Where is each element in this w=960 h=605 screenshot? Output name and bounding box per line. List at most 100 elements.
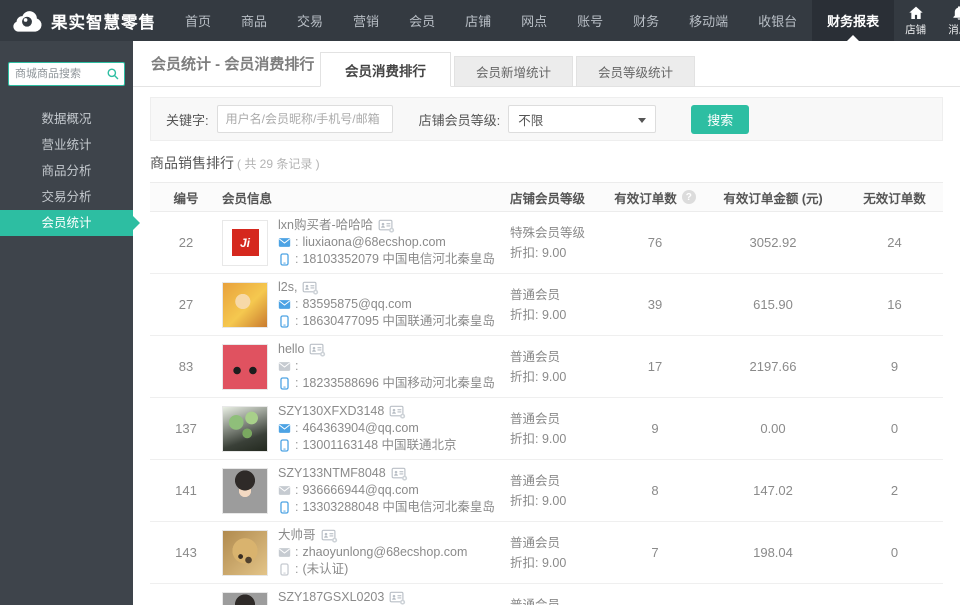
member-card-icon[interactable] bbox=[378, 219, 395, 233]
page-header: 会员统计 - 会员消费排行 会员消费排行 会员新增统计 会员等级统计 bbox=[133, 41, 960, 87]
member-phone: 13303288048 中国电信河北秦皇岛 bbox=[302, 499, 494, 516]
main-content: 会员统计 - 会员消费排行 会员消费排行 会员新增统计 会员等级统计 关键字: … bbox=[133, 41, 960, 605]
member-level-label: 店铺会员等级: bbox=[419, 110, 501, 129]
valid-order-amount: 147.02 bbox=[700, 483, 846, 498]
member-discount: 折扣: 9.00 bbox=[510, 429, 610, 449]
invalid-order-count: 0 bbox=[846, 545, 943, 560]
member-email: 936666944@qq.com bbox=[302, 482, 418, 499]
member-name: l2s, bbox=[278, 279, 297, 296]
nav-item[interactable]: 会员 bbox=[394, 0, 450, 41]
sidebar-item[interactable]: 数据概况 bbox=[0, 106, 133, 132]
phone-icon bbox=[278, 501, 291, 514]
col-header-member-info: 会员信息 bbox=[222, 188, 510, 207]
member-discount: 折扣: 9.00 bbox=[510, 367, 610, 387]
phone-icon bbox=[278, 563, 291, 576]
member-name: SZY187GSXL0203 bbox=[278, 589, 384, 605]
shop-utility-label: 店铺 bbox=[905, 22, 926, 37]
member-info-cell: hello bbox=[222, 341, 510, 392]
member-level: 普通会员 bbox=[510, 285, 610, 305]
valid-order-count: 9 bbox=[610, 421, 700, 436]
top-navbar: 果实智慧零售 首页 商品 交易 营销 会员 店铺 网点 账号 财务 移 bbox=[0, 0, 960, 41]
valid-order-amount: 615.90 bbox=[700, 297, 846, 312]
valid-order-count: 76 bbox=[610, 235, 700, 250]
member-level-select[interactable]: 不限 bbox=[508, 105, 656, 133]
member-email: liuxiaona@68ecshop.com bbox=[302, 234, 445, 251]
member-table: 编号 会员信息 店铺会员等级 有效订单数 ? 有效订单金额 (元) 无效订单数 … bbox=[150, 182, 943, 605]
member-discount: 折扣: 9.00 bbox=[510, 305, 610, 325]
member-id: 137 bbox=[150, 421, 222, 436]
valid-order-count: 39 bbox=[610, 297, 700, 312]
select-caret-icon bbox=[638, 118, 646, 123]
member-level: 普通会员 bbox=[510, 471, 610, 491]
member-avatar[interactable] bbox=[222, 468, 268, 514]
phone-icon bbox=[278, 377, 291, 390]
nav-item[interactable]: 交易 bbox=[282, 0, 338, 41]
section-title-line: 商品销售排行( 共 29 条记录 ) bbox=[150, 153, 943, 173]
table-header: 编号 会员信息 店铺会员等级 有效订单数 ? 有效订单金额 (元) 无效订单数 bbox=[150, 182, 943, 212]
phone-icon bbox=[278, 439, 291, 452]
nav-item[interactable]: 财务报表 bbox=[812, 0, 894, 41]
mail-icon bbox=[278, 236, 291, 249]
member-avatar[interactable] bbox=[222, 344, 268, 390]
page-title: 会员统计 - 会员消费排行 bbox=[151, 53, 314, 74]
member-name: SZY133NTMF8048 bbox=[278, 465, 386, 482]
sidebar-item[interactable]: 交易分析 bbox=[0, 184, 133, 210]
nav-item[interactable]: 账号 bbox=[562, 0, 618, 41]
member-card-icon[interactable] bbox=[302, 281, 319, 295]
member-avatar[interactable] bbox=[222, 530, 268, 576]
shop-utility-button[interactable]: 店铺 bbox=[894, 3, 937, 38]
tab[interactable]: 会员新增统计 bbox=[454, 56, 573, 87]
tab[interactable]: 会员等级统计 bbox=[576, 56, 695, 87]
member-avatar[interactable] bbox=[222, 220, 268, 266]
nav-item[interactable]: 财务 bbox=[618, 0, 674, 41]
member-email: 464363904@qq.com bbox=[302, 420, 418, 437]
tab[interactable]: 会员消费排行 bbox=[320, 52, 451, 87]
sidebar-item[interactable]: 商品分析 bbox=[0, 158, 133, 184]
member-card-icon[interactable] bbox=[309, 343, 326, 357]
table-row: 143 大帅哥 bbox=[150, 522, 943, 584]
search-button[interactable]: 搜索 bbox=[691, 105, 749, 134]
sidebar-item[interactable]: 营业统计 bbox=[0, 132, 133, 158]
col-header-id: 编号 bbox=[150, 188, 222, 207]
member-avatar[interactable] bbox=[222, 406, 268, 452]
sidebar-item[interactable]: 会员统计 bbox=[0, 210, 133, 236]
cloud-logo-icon bbox=[10, 9, 44, 33]
invalid-order-count: 2 bbox=[846, 483, 943, 498]
member-card-icon[interactable] bbox=[391, 467, 408, 481]
member-card-icon[interactable] bbox=[389, 405, 406, 419]
keyword-input[interactable] bbox=[217, 105, 393, 133]
member-phone: 18630477095 中国联通河北秦皇岛 bbox=[302, 313, 494, 330]
member-info-cell: SZY130XFXD3148 bbox=[222, 403, 510, 454]
nav-item[interactable]: 首页 bbox=[170, 0, 226, 41]
search-icon[interactable] bbox=[106, 67, 120, 81]
main-nav: 首页 商品 交易 营销 会员 店铺 网点 账号 财务 移动端 收银台 bbox=[170, 0, 894, 41]
help-icon[interactable]: ? bbox=[682, 190, 696, 204]
member-email: zhaoyunlong@68ecshop.com bbox=[302, 544, 467, 561]
nav-item[interactable]: 商品 bbox=[226, 0, 282, 41]
nav-item[interactable]: 移动端 bbox=[674, 0, 743, 41]
table-row: 269 SZY187GSXL0203 bbox=[150, 584, 943, 605]
member-id: 22 bbox=[150, 235, 222, 250]
nav-item[interactable]: 网点 bbox=[506, 0, 562, 41]
invalid-order-count: 0 bbox=[846, 421, 943, 436]
table-row: 27 l2s, bbox=[150, 274, 943, 336]
sidebar-search bbox=[8, 62, 125, 86]
mail-icon bbox=[278, 484, 291, 497]
sidebar: 数据概况 营业统计 商品分析 交易分析 会员统计 bbox=[0, 41, 133, 605]
nav-item[interactable]: 店铺 bbox=[450, 0, 506, 41]
member-card-icon[interactable] bbox=[389, 591, 406, 605]
member-phone: (未认证) bbox=[302, 561, 348, 578]
messages-utility-button[interactable]: 消息 bbox=[937, 3, 960, 38]
member-name: hello bbox=[278, 341, 304, 358]
table-body: 22 lxn购买者-哈哈哈 bbox=[150, 212, 943, 605]
nav-item[interactable]: 营销 bbox=[338, 0, 394, 41]
member-avatar[interactable] bbox=[222, 592, 268, 605]
member-avatar[interactable] bbox=[222, 282, 268, 328]
phone-icon bbox=[278, 253, 291, 266]
member-info-cell: SZY133NTMF8048 bbox=[222, 465, 510, 516]
col-header-invalid-orders: 无效订单数 bbox=[846, 188, 943, 207]
brand[interactable]: 果实智慧零售 bbox=[0, 0, 170, 41]
nav-item[interactable]: 收银台 bbox=[743, 0, 812, 41]
navbar-utilities: 店铺 消息 清缓存 bbox=[894, 0, 960, 41]
member-card-icon[interactable] bbox=[321, 529, 338, 543]
